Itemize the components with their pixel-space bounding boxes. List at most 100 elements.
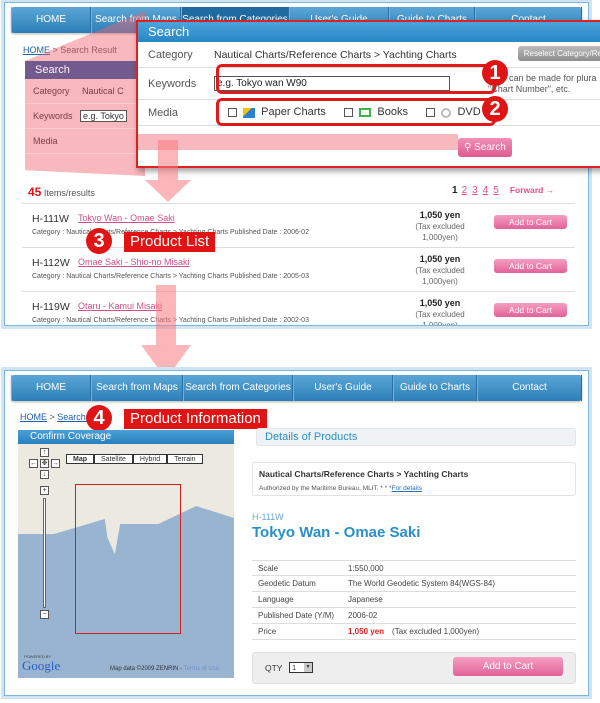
reselect-category-button[interactable]: Reselect Category/Re bbox=[517, 46, 600, 61]
category-box: Nautical Charts/Reference Charts > Yacht… bbox=[252, 462, 576, 496]
coverage-panel: Confirm Coverage Map Satellite Hybrid Te… bbox=[18, 430, 234, 678]
map-tab-satellite[interactable]: Satellite bbox=[94, 454, 133, 464]
breadcrumb-home[interactable]: HOME bbox=[20, 412, 47, 422]
old-media-row: Media bbox=[25, 129, 145, 154]
annotation-badge-3: 3 bbox=[86, 228, 112, 254]
highlight-band bbox=[138, 134, 458, 150]
search-button[interactable]: ⚲ Search bbox=[458, 138, 512, 157]
price-tax: (Tax excluded 1,000yen) bbox=[392, 627, 480, 636]
spec-key: Scale bbox=[258, 564, 279, 573]
add-to-cart-button[interactable]: Add to Cart bbox=[494, 259, 567, 273]
breadcrumb-sep: > bbox=[47, 412, 58, 422]
spec-value: Japanese bbox=[348, 595, 383, 604]
old-search-title: Search bbox=[25, 61, 145, 79]
details-title: Details of Products bbox=[256, 428, 576, 446]
qty-select[interactable]: 1 ▼ bbox=[289, 662, 313, 673]
tax: (Tax excluded bbox=[415, 310, 465, 319]
item-price: 1,050 yen (Tax excluded 1,000yen) bbox=[410, 298, 470, 325]
item-code: H-112W bbox=[32, 257, 70, 269]
add-to-cart-button[interactable]: Add to Cart bbox=[494, 303, 567, 317]
annotation-badge-2: 2 bbox=[482, 96, 508, 122]
spec-row: Published Date (Y/M) 2006-02 bbox=[252, 608, 576, 624]
highlight-media bbox=[216, 98, 496, 126]
category-value: Nautical Charts/Reference Charts > Yacht… bbox=[214, 48, 457, 61]
search-icon: ⚲ bbox=[464, 142, 472, 153]
product-title: Tokyo Wan - Omae Saki bbox=[252, 524, 421, 541]
page-2[interactable]: 2 bbox=[462, 185, 468, 196]
add-to-cart-button[interactable]: Add to Cart bbox=[494, 215, 567, 229]
map-attribution: Map data ©2009 ZENRIN - Terms of Use bbox=[110, 666, 219, 672]
old-category-row: Category Nautical C bbox=[25, 79, 145, 104]
spec-table: Scale 1:550,000 Geodetic Datum The World G… bbox=[252, 560, 576, 640]
pan-down-icon[interactable]: ↓ bbox=[40, 470, 49, 479]
pan-center-icon[interactable]: ✥ bbox=[40, 459, 49, 468]
spec-row: Geodetic Datum The World Geodetic System … bbox=[252, 576, 576, 592]
main-nav: HOME Search from Maps Search from Catego… bbox=[11, 375, 582, 401]
annotation-label-product-info: Product Information bbox=[124, 409, 267, 429]
qty-label: QTY bbox=[265, 663, 283, 673]
add-to-cart-button[interactable]: Add to Cart bbox=[453, 657, 563, 676]
page-4[interactable]: 4 bbox=[483, 185, 489, 196]
coverage-map[interactable]: Map Satellite Hybrid Terrain ↑ ← ✥ → ↓ +… bbox=[18, 444, 234, 678]
product-category: Nautical Charts/Reference Charts > Yacht… bbox=[259, 469, 469, 479]
qty-value: 1 bbox=[292, 663, 297, 672]
popup-title: Search bbox=[138, 22, 600, 42]
search-popup: Search Category Nautical Charts/Referenc… bbox=[136, 20, 600, 168]
map-type-tabs: Map Satellite Hybrid Terrain bbox=[66, 454, 203, 464]
forward-link[interactable]: Forward → bbox=[510, 185, 554, 195]
label: Keywords bbox=[33, 111, 73, 121]
label: Media bbox=[33, 136, 58, 146]
product-code: H-111W bbox=[252, 512, 284, 522]
purchase-box: QTY 1 ▼ Add to Cart bbox=[252, 652, 576, 684]
count-label: Items/results bbox=[41, 188, 95, 198]
spec-key: Language bbox=[258, 595, 294, 604]
nav-guide-charts[interactable]: Guide to Charts bbox=[393, 375, 477, 401]
nav-search-maps[interactable]: Search from Maps bbox=[91, 375, 183, 401]
terms-link[interactable]: Terms of Use bbox=[184, 666, 219, 672]
flow-arrow-shaft bbox=[156, 285, 176, 345]
highlight-keywords bbox=[216, 64, 496, 94]
label: Category bbox=[33, 86, 70, 96]
result-item: H-119W Otaru - Kamui Misaki Category : N… bbox=[22, 291, 575, 325]
item-title-link[interactable]: Tokyo Wan - Omae Saki bbox=[78, 213, 175, 223]
item-price: 1,050 yen (Tax excluded 1,000yen) bbox=[410, 210, 470, 243]
map-tab-map[interactable]: Map bbox=[66, 454, 94, 464]
pan-right-icon[interactable]: → bbox=[51, 459, 60, 468]
nav-home[interactable]: HOME bbox=[11, 7, 91, 33]
item-code: H-119W bbox=[32, 301, 70, 313]
spec-value: 1:550,000 bbox=[348, 564, 384, 573]
spec-row: Scale 1:550,000 bbox=[252, 560, 576, 576]
breadcrumb: HOME > Search f bbox=[20, 412, 91, 422]
tax: 1,000yen) bbox=[422, 277, 458, 286]
old-keywords-row: Keywords e.g. Tokyo bbox=[25, 104, 145, 129]
zoom-out-icon[interactable]: − bbox=[40, 610, 49, 619]
google-logo: Google bbox=[22, 658, 61, 673]
nav-users-guide[interactable]: User's Guide bbox=[293, 375, 393, 401]
spec-key: Price bbox=[258, 627, 277, 636]
pan-up-icon[interactable]: ↑ bbox=[40, 448, 49, 457]
media-label: Media bbox=[148, 106, 178, 119]
nav-contact[interactable]: Contact bbox=[477, 375, 582, 401]
old-keywords-input[interactable]: e.g. Tokyo bbox=[80, 110, 127, 122]
page-5[interactable]: 5 bbox=[493, 185, 499, 196]
item-meta: Category : Nautical Charts/Reference Cha… bbox=[32, 273, 309, 280]
pan-left-icon[interactable]: ← bbox=[29, 459, 38, 468]
zoom-slider[interactable] bbox=[43, 498, 46, 608]
annotation-badge-4: 4 bbox=[86, 405, 112, 431]
for-details-link[interactable]: For details bbox=[392, 485, 422, 492]
item-price: 1,050 yen (Tax excluded 1,000yen) bbox=[410, 254, 470, 287]
map-tab-hybrid[interactable]: Hybrid bbox=[132, 454, 168, 464]
spec-value: The World Geodetic System 84(WGS-84) bbox=[348, 579, 496, 588]
annotation-label-product-list: Product List bbox=[124, 232, 216, 252]
attribution-text: Map data ©2009 ZENRIN - bbox=[110, 666, 184, 672]
count-number: 45 bbox=[28, 185, 42, 199]
page-3[interactable]: 3 bbox=[472, 185, 478, 196]
map-tab-terrain[interactable]: Terrain bbox=[167, 454, 203, 464]
zoom-in-icon[interactable]: + bbox=[40, 486, 49, 495]
page-1: 1 bbox=[452, 185, 458, 196]
category-label: Category bbox=[148, 48, 193, 61]
nav-search-categories[interactable]: Search from Categories bbox=[183, 375, 293, 401]
item-title-link[interactable]: Omae Saki - Shio-no Misaki bbox=[78, 257, 190, 267]
nav-home[interactable]: HOME bbox=[11, 375, 91, 401]
item-title-link[interactable]: Otaru - Kamui Misaki bbox=[78, 301, 162, 311]
